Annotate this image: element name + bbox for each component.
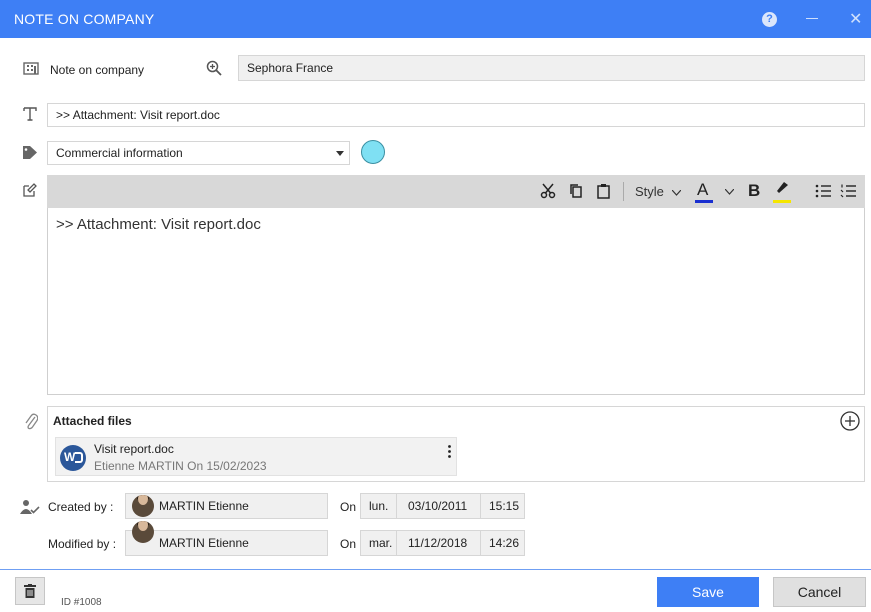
highlight-bar [773, 200, 791, 203]
highlighter-icon [777, 182, 788, 193]
bold-button[interactable]: B [748, 181, 760, 201]
toolbar-separator [623, 182, 624, 201]
cancel-button-label: Cancel [797, 584, 842, 600]
bullet-list-icon[interactable] [815, 184, 831, 198]
created-time[interactable]: 15:15 [480, 493, 525, 519]
modified-date[interactable]: 11/12/2018 [396, 530, 481, 556]
add-attachment-icon[interactable] [840, 411, 860, 431]
editor-content[interactable]: >> Attachment: Visit report.doc [56, 216, 261, 233]
created-on-label: On [340, 500, 357, 514]
attached-files-header: Attached files [53, 414, 132, 428]
created-day-value: lun. [369, 499, 389, 513]
created-date[interactable]: 03/10/2011 [396, 493, 481, 519]
title-bar: NOTE ON COMPANY ? ✕ [0, 0, 871, 38]
attachment-item[interactable]: W Visit report.doc Etienne MARTIN On 15/… [55, 437, 457, 476]
more-options-icon[interactable] [448, 445, 451, 458]
created-day: lun. [360, 493, 397, 519]
tag-icon [23, 146, 37, 159]
save-button[interactable]: Save [657, 577, 759, 607]
editor-toolbar: Style A B [47, 175, 865, 208]
close-icon[interactable]: ✕ [849, 9, 862, 29]
chevron-down-icon[interactable] [725, 189, 734, 195]
category-select[interactable]: Commercial information [47, 141, 350, 165]
category-value: Commercial information [56, 146, 183, 160]
delete-button[interactable] [15, 577, 45, 605]
paperclip-icon [25, 413, 38, 430]
subject-value: >> Attachment: Visit report.doc [56, 108, 220, 122]
modified-time-value: 14:26 [489, 536, 520, 550]
chevron-down-icon [336, 151, 344, 156]
paste-icon[interactable] [597, 183, 610, 199]
subject-input[interactable]: >> Attachment: Visit report.doc [47, 103, 865, 127]
attachment-name: Visit report.doc [94, 442, 174, 456]
created-time-value: 15:15 [489, 499, 520, 513]
created-date-value: 03/10/2011 [408, 499, 468, 513]
zoom-in-icon[interactable] [206, 60, 222, 76]
style-dropdown[interactable]: Style [635, 184, 681, 199]
company-label: Note on company [50, 63, 145, 77]
category-color-swatch[interactable] [361, 140, 385, 164]
copy-icon[interactable] [569, 183, 583, 199]
building-icon [23, 62, 39, 75]
font-color-button[interactable]: A [695, 177, 713, 204]
word-doc-glyph: W [64, 450, 76, 464]
help-icon[interactable]: ? [762, 12, 777, 27]
word-doc-icon: W [60, 445, 86, 471]
created-by-label: Created by : [48, 500, 114, 514]
font-color-glyph: A [697, 180, 709, 199]
trash-icon [24, 584, 36, 598]
modified-date-value: 11/12/2018 [408, 536, 468, 550]
modified-day: mar. [360, 530, 397, 556]
company-value: Sephora France [247, 61, 334, 75]
footer-bar: ID #1008 Save Cancel [0, 569, 871, 612]
attached-files-panel: Attached files W Visit report.doc Etienn… [47, 406, 865, 482]
modified-by-label: Modified by : [48, 537, 117, 551]
text-icon [23, 107, 37, 121]
cancel-button[interactable]: Cancel [773, 577, 866, 607]
chevron-down-icon [671, 189, 681, 196]
font-color-bar [695, 200, 713, 203]
modified-on-label: On [340, 537, 357, 551]
numbered-list-icon[interactable] [840, 184, 856, 198]
modified-by-name: MARTIN Etienne [159, 536, 249, 550]
company-field[interactable]: Sephora France [238, 55, 865, 81]
modified-day-value: mar. [369, 536, 393, 550]
avatar [132, 521, 154, 543]
created-by-user[interactable]: MARTIN Etienne [125, 493, 328, 519]
minimize-icon[interactable] [806, 18, 818, 19]
modified-by-user[interactable]: MARTIN Etienne [125, 521, 328, 556]
word-doc-lines [75, 452, 83, 463]
save-button-label: Save [692, 584, 724, 600]
avatar [132, 495, 154, 517]
modified-time[interactable]: 14:26 [480, 530, 525, 556]
highlight-button[interactable] [773, 178, 791, 204]
cut-icon[interactable] [540, 183, 556, 199]
edit-note-icon [23, 183, 37, 197]
record-id: ID #1008 [61, 597, 102, 608]
window-title: NOTE ON COMPANY [14, 11, 155, 27]
editor-body[interactable]: >> Attachment: Visit report.doc [47, 208, 865, 395]
created-by-name: MARTIN Etienne [159, 499, 249, 513]
style-label: Style [635, 184, 664, 199]
user-check-icon [20, 500, 40, 514]
attachment-meta: Etienne MARTIN On 15/02/2023 [94, 459, 267, 473]
